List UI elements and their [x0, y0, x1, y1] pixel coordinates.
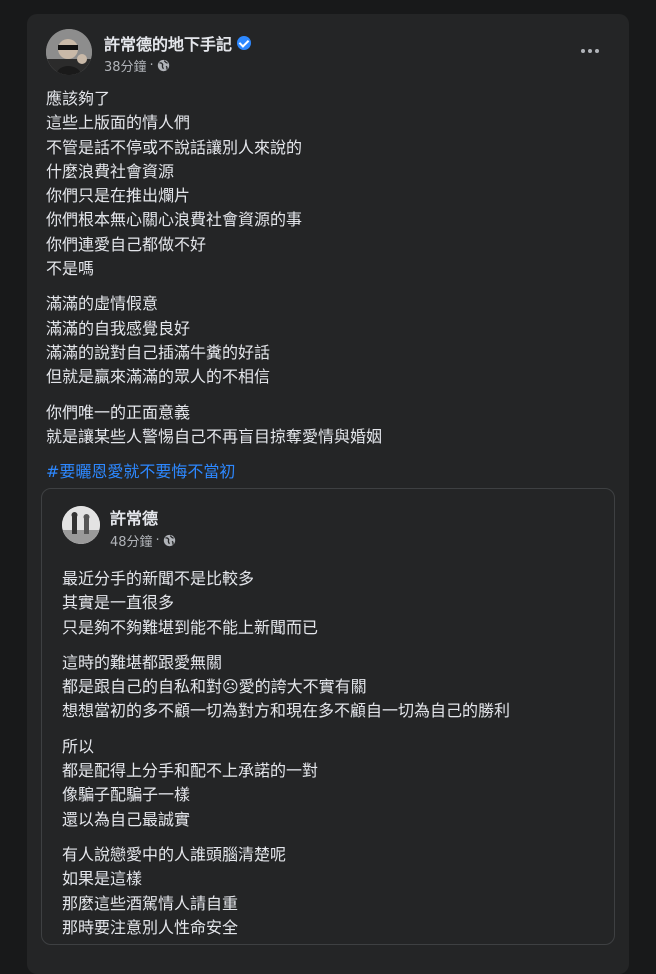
more-dot-icon — [595, 49, 599, 53]
shared-line: 最近分手的新聞不是比較多 — [62, 569, 255, 588]
post-line: 你們根本無心關心浪費社會資源的事 — [46, 210, 303, 230]
post-line: 什麼浪費社會資源 — [46, 161, 175, 181]
author-name-row: 許常德的地下手記 — [104, 31, 252, 55]
post-timestamp[interactable]: 38分鐘 — [104, 56, 147, 75]
shared-line: 那時要注意別人性命安全 — [62, 917, 239, 937]
post-paragraph: 你們唯一的正面意義 就是讓某些人警惕自己不再盲目掠奪愛情與婚姻 — [46, 401, 616, 450]
shared-line: 想想當初的多不顧一切為對方和現在多不顧自一切為自己的勝利 — [62, 701, 511, 721]
shared-line: 像騙子配騙子一樣 — [62, 785, 191, 805]
shared-line: 只是夠不夠難堪到能不能上新聞而已 — [62, 617, 319, 637]
more-options-button[interactable] — [574, 39, 606, 63]
post-paragraph: 應該夠了 這些上版面的情人們 不管是話不停或不說話讓別人來說的 什麼浪費社會資源… — [46, 87, 616, 281]
more-dot-icon — [588, 49, 592, 53]
meta-separator: · — [155, 533, 160, 548]
shared-post-header: 許常德 48分鐘 · — [62, 503, 602, 553]
meta-separator: · — [149, 58, 154, 73]
author-avatar[interactable] — [46, 29, 92, 75]
shared-line: 其實是一直很多 — [62, 593, 175, 613]
post-body: 應該夠了 這些上版面的情人們 不管是話不停或不說話讓別人來說的 什麼浪費社會資源… — [46, 87, 616, 495]
post-line: 這些上版面的情人們 — [46, 113, 191, 133]
verified-badge-icon — [237, 36, 252, 50]
shared-author-photo-icon — [62, 506, 100, 544]
post-line: 就是讓某些人警惕自己不再盲目掠奪愛情與婚姻 — [46, 426, 383, 446]
author-name[interactable]: 許常德的地下手記 — [104, 31, 232, 55]
post-line: 不是嗎 — [46, 259, 95, 279]
post-line: 你們連愛自己都做不好 — [46, 234, 207, 254]
author-photo-icon — [46, 29, 92, 75]
shared-line: 那麼這些酒駕情人請自重 — [62, 893, 239, 913]
shared-post-card[interactable]: 許常德 48分鐘 · 最近分手的新聞不是比較多 其實是一直很多 只是夠不夠難堪到… — [41, 488, 615, 945]
shared-line: 都是跟自己的自私和對☹愛的誇大不實有關 — [62, 677, 367, 697]
shared-author-name[interactable]: 許常德 — [110, 505, 158, 529]
globe-icon — [157, 59, 169, 72]
post-line: 但就是贏來滿滿的眾人的不相信 — [46, 367, 271, 387]
post-line: 你們只是在推出爛片 — [46, 186, 191, 206]
post-meta: 38分鐘 · — [104, 56, 170, 75]
shared-line: 都是配得上分手和配不上承諾的一對 — [62, 761, 319, 781]
shared-post-meta: 48分鐘 · — [110, 531, 176, 550]
post-line: 不管是話不停或不說話讓別人來說的 — [46, 137, 303, 157]
globe-icon — [163, 534, 175, 547]
post-line: 滿滿的自我感覺良好 — [46, 318, 191, 338]
shared-post-body: 最近分手的新聞不是比較多 其實是一直很多 只是夠不夠難堪到能不能上新聞而已 這時… — [62, 567, 602, 951]
shared-paragraph: 這時的難堪都跟愛無關 都是跟自己的自私和對☹愛的誇大不實有關 想想當初的多不顧一… — [62, 651, 602, 724]
post-card: 許常德的地下手記 38分鐘 · 應該夠了 這些上版面的情人們 不管是話不停或不說… — [27, 14, 629, 974]
shared-post-timestamp[interactable]: 48分鐘 — [110, 531, 153, 550]
more-dot-icon — [581, 49, 585, 53]
post-line: 應該夠了 — [46, 89, 111, 108]
shared-line: 如果是這樣 — [62, 869, 143, 889]
post-line: 滿滿的說對自己插滿牛糞的好話 — [46, 342, 271, 362]
shared-paragraph: 所以 都是配得上分手和配不上承諾的一對 像騙子配騙子一樣 還以為自己最誠實 — [62, 735, 602, 832]
shared-paragraph: 最近分手的新聞不是比較多 其實是一直很多 只是夠不夠難堪到能不能上新聞而已 — [62, 567, 602, 640]
shared-line: 還以為自己最誠實 — [62, 809, 191, 829]
hashtag-link[interactable]: #要曬恩愛就不要悔不當初 — [46, 460, 616, 484]
post-header: 許常德的地下手記 38分鐘 · — [46, 29, 606, 79]
shared-line: 所以 — [62, 736, 95, 756]
post-paragraph: 滿滿的虛情假意 滿滿的自我感覺良好 滿滿的說對自己插滿牛糞的好話 但就是贏來滿滿… — [46, 292, 616, 389]
shared-author-avatar[interactable] — [62, 506, 100, 544]
shared-line: 有人說戀愛中的人誰頭腦清楚呢 — [62, 844, 287, 864]
hashtag-row: #要曬恩愛就不要悔不當初 — [46, 460, 616, 484]
shared-paragraph: 有人說戀愛中的人誰頭腦清楚呢 如果是這樣 那麼這些酒駕情人請自重 那時要注意別人… — [62, 843, 602, 940]
shared-line: 這時的難堪都跟愛無關 — [62, 652, 223, 672]
post-line: 滿滿的虛情假意 — [46, 294, 159, 314]
post-line: 你們唯一的正面意義 — [46, 402, 191, 422]
